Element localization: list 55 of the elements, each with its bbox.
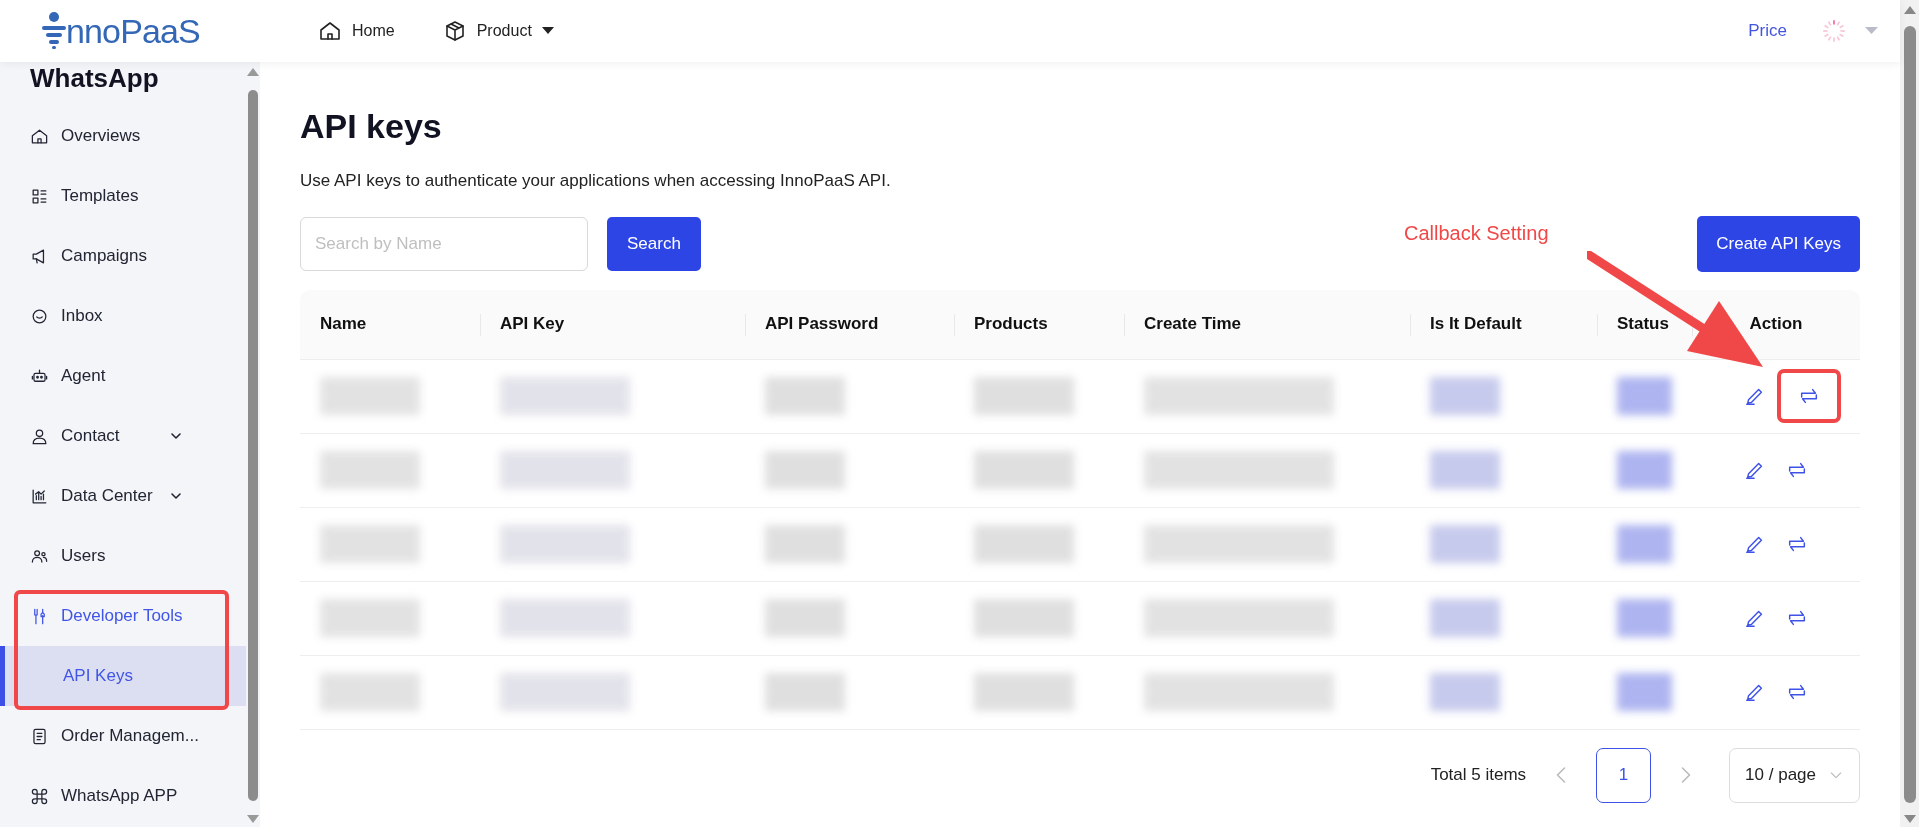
sidebar-item[interactable]: Contact xyxy=(0,406,246,466)
sidebar-item[interactable]: Users xyxy=(0,526,246,586)
column-header: Is It Default xyxy=(1430,313,1522,336)
sidebar-item[interactable]: Order Managem... xyxy=(0,706,246,766)
callback-setting-button[interactable] xyxy=(1777,369,1841,423)
sidebar-item[interactable]: Developer Tools xyxy=(0,586,246,646)
scroll-thumb[interactable] xyxy=(248,90,258,801)
column-header: Products xyxy=(974,313,1048,336)
sidebar-title: WhatsApp xyxy=(29,62,160,95)
total-items-text: Total 5 items xyxy=(1430,764,1527,787)
next-page-button[interactable] xyxy=(1681,767,1692,783)
caret-icon xyxy=(541,27,554,35)
chevron-left-icon xyxy=(1556,767,1567,783)
column-header: Status xyxy=(1617,313,1669,336)
sidebar-item[interactable]: Templates xyxy=(0,166,246,226)
scroll-up-icon[interactable] xyxy=(247,68,259,76)
home-icon xyxy=(30,126,49,146)
sidebar-item[interactable]: Inbox xyxy=(0,286,246,346)
scroll-up-icon[interactable] xyxy=(1903,6,1916,14)
document-icon xyxy=(30,726,49,746)
scroll-down-icon[interactable] xyxy=(1903,815,1916,823)
page-description: Use API keys to authenticate your applications when accessing InnoPaaS API. xyxy=(300,170,892,192)
caret-icon[interactable] xyxy=(1865,27,1878,35)
page-size-select[interactable]: 10 / page xyxy=(1729,747,1860,803)
create-api-keys-button[interactable]: Create API Keys xyxy=(1697,215,1860,272)
scroll-down-icon[interactable] xyxy=(247,815,259,823)
sidebar-subitem[interactable]: API Keys xyxy=(0,646,246,706)
price-link[interactable]: Price xyxy=(1748,18,1787,44)
home-icon xyxy=(318,19,342,43)
nav-link[interactable]: Home xyxy=(318,19,395,43)
scrollbar[interactable] xyxy=(1900,0,1919,827)
logo-icon xyxy=(42,11,66,51)
search-button[interactable]: Search xyxy=(607,216,701,271)
column-header: API Key xyxy=(500,313,565,336)
nav-link[interactable]: Product xyxy=(442,19,554,43)
sidebar-item[interactable]: Overviews xyxy=(0,106,246,166)
logo-text[interactable]: nnoPaaS xyxy=(66,14,200,48)
loading-spinner-icon xyxy=(1821,18,1847,44)
column-header: API Password xyxy=(765,313,879,336)
column-header: Name xyxy=(320,313,367,336)
sidebar-item[interactable]: WhatsApp APP xyxy=(0,766,246,826)
search-field[interactable]: Search by Name xyxy=(300,216,588,271)
column-header: Action xyxy=(1749,313,1803,336)
chevron-right-icon xyxy=(1681,767,1692,783)
command-icon xyxy=(30,786,49,806)
previous-page-button[interactable] xyxy=(1556,767,1567,783)
annotation-label: Callback Setting xyxy=(1404,221,1549,246)
sidebar-item[interactable]: Campaigns xyxy=(0,226,246,286)
sidebar-item[interactable]: Data Center xyxy=(0,466,246,526)
page-number-button[interactable]: 1 xyxy=(1596,747,1652,803)
page-title: API keys xyxy=(300,106,443,146)
scroll-thumb[interactable] xyxy=(1903,26,1916,803)
column-header: Create Time xyxy=(1144,313,1241,336)
sidebar-item[interactable]: Agent xyxy=(0,346,246,406)
scrollbar[interactable] xyxy=(246,62,260,827)
